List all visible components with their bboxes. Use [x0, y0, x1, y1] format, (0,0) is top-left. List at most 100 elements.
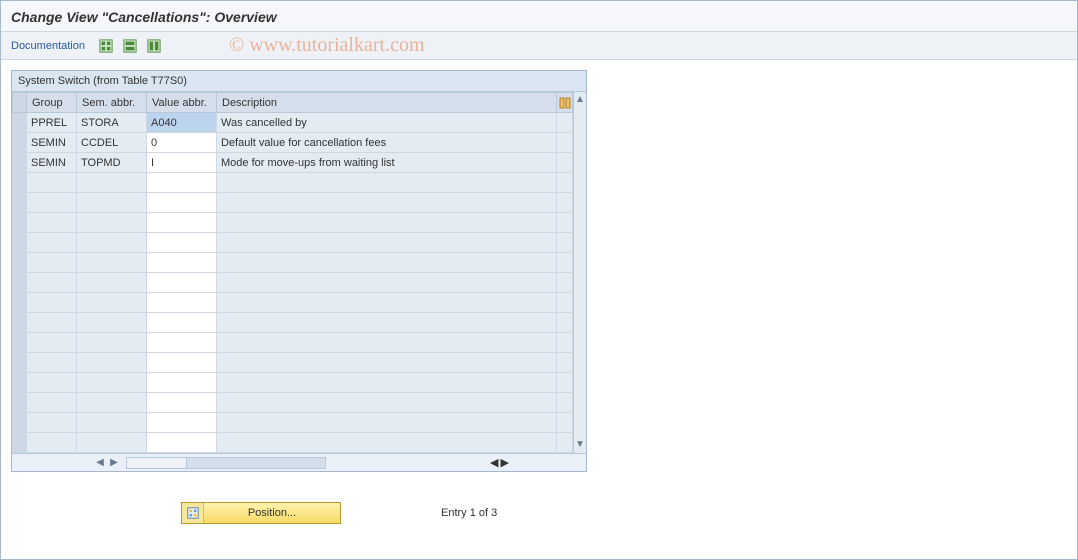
cell-group: SEMIN — [27, 153, 77, 173]
table-row[interactable]: SEMINCCDEL0Default value for cancellatio… — [13, 133, 573, 153]
row-selector[interactable] — [13, 313, 27, 333]
row-selector[interactable] — [13, 133, 27, 153]
row-selector[interactable] — [13, 153, 27, 173]
empty-cell — [27, 273, 77, 293]
empty-cell — [217, 393, 557, 413]
empty-cell — [77, 333, 147, 353]
empty-cell — [147, 433, 217, 453]
vertical-scrollbar[interactable]: ▲ ▼ — [573, 92, 586, 453]
empty-cell — [27, 293, 77, 313]
layout-icon-1[interactable] — [97, 37, 115, 55]
empty-cell — [147, 273, 217, 293]
grid-table: Group Sem. abbr. Value abbr. Description… — [12, 92, 573, 453]
cell-description: Default value for cancellation fees — [217, 133, 557, 153]
empty-cell — [217, 433, 557, 453]
cell-value-abbr[interactable]: I — [147, 153, 217, 173]
configure-columns-button[interactable] — [557, 93, 573, 113]
row-selector[interactable] — [13, 413, 27, 433]
table-row[interactable]: PPRELSTORAA040Was cancelled by — [13, 113, 573, 133]
row-selector[interactable] — [13, 353, 27, 373]
table-row-empty — [13, 353, 573, 373]
empty-cell — [77, 313, 147, 333]
select-all-header[interactable] — [13, 93, 27, 113]
empty-cell — [147, 193, 217, 213]
hscroll-track[interactable] — [126, 457, 326, 469]
empty-cell — [77, 253, 147, 273]
empty-cell — [27, 233, 77, 253]
table-row[interactable]: SEMINTOPMDIMode for move-ups from waitin… — [13, 153, 573, 173]
empty-cell — [147, 233, 217, 253]
empty-cell — [147, 293, 217, 313]
cell-value-abbr[interactable]: 0 — [147, 133, 217, 153]
scroll-left2-icon[interactable]: ◀ — [490, 456, 498, 469]
position-button[interactable]: Position... — [181, 502, 341, 524]
panel-caption: System Switch (from Table T77S0) — [12, 71, 586, 91]
scroll-right-step-icon[interactable]: ▶ — [108, 457, 120, 469]
empty-cell — [557, 253, 573, 273]
table-row-empty — [13, 173, 573, 193]
cell-value-abbr[interactable]: A040 — [147, 113, 217, 133]
empty-cell — [557, 233, 573, 253]
column-header-group[interactable]: Group — [27, 93, 77, 113]
empty-cell — [147, 333, 217, 353]
position-icon — [182, 503, 204, 523]
footer-row: Position... Entry 1 of 3 — [181, 502, 1077, 524]
empty-cell — [557, 173, 573, 193]
empty-cell — [27, 313, 77, 333]
column-header-value-abbr[interactable]: Value abbr. — [147, 93, 217, 113]
documentation-link[interactable]: Documentation — [11, 40, 85, 52]
row-selector[interactable] — [13, 333, 27, 353]
table-row-empty — [13, 433, 573, 453]
empty-cell — [557, 293, 573, 313]
layout-icon-3[interactable] — [145, 37, 163, 55]
empty-cell — [27, 433, 77, 453]
grid: Group Sem. abbr. Value abbr. Description… — [12, 91, 586, 471]
empty-cell — [27, 213, 77, 233]
row-selector[interactable] — [13, 213, 27, 233]
empty-cell — [27, 333, 77, 353]
empty-cell — [147, 393, 217, 413]
table-row-empty — [13, 333, 573, 353]
empty-cell — [77, 213, 147, 233]
row-selector[interactable] — [13, 113, 27, 133]
table-row-empty — [13, 373, 573, 393]
empty-cell — [557, 373, 573, 393]
empty-cell — [77, 373, 147, 393]
watermark-text: © www.tutorialkart.com — [229, 34, 425, 57]
app-frame: Change View "Cancellations": Overview Do… — [0, 0, 1078, 560]
empty-cell — [217, 413, 557, 433]
scroll-right2-icon[interactable]: ▶ — [500, 456, 508, 469]
scroll-left-icon[interactable]: ◀ — [94, 457, 106, 469]
layout-icon-2[interactable] — [121, 37, 139, 55]
empty-cell — [27, 373, 77, 393]
scroll-up-icon[interactable]: ▲ — [574, 94, 586, 106]
row-selector[interactable] — [13, 273, 27, 293]
row-selector[interactable] — [13, 173, 27, 193]
column-header-description[interactable]: Description — [217, 93, 557, 113]
empty-cell — [557, 213, 573, 233]
row-selector[interactable] — [13, 293, 27, 313]
row-selector[interactable] — [13, 193, 27, 213]
row-selector[interactable] — [13, 253, 27, 273]
table-row-empty — [13, 213, 573, 233]
empty-cell — [77, 173, 147, 193]
row-selector[interactable] — [13, 373, 27, 393]
hscroll-thumb[interactable] — [127, 458, 187, 468]
empty-cell — [147, 413, 217, 433]
row-selector[interactable] — [13, 233, 27, 253]
horizontal-scrollbar[interactable]: ◀ ▶ — [94, 457, 330, 469]
empty-cell — [217, 333, 557, 353]
row-tail — [557, 113, 573, 133]
empty-cell — [217, 253, 557, 273]
row-selector[interactable] — [13, 393, 27, 413]
table-row-empty — [13, 253, 573, 273]
empty-cell — [217, 353, 557, 373]
empty-cell — [217, 273, 557, 293]
column-header-sem-abbr[interactable]: Sem. abbr. — [77, 93, 147, 113]
empty-cell — [27, 193, 77, 213]
row-selector[interactable] — [13, 433, 27, 453]
table-row-empty — [13, 393, 573, 413]
scroll-down-icon[interactable]: ▼ — [574, 439, 586, 451]
empty-cell — [77, 233, 147, 253]
cell-group: SEMIN — [27, 133, 77, 153]
